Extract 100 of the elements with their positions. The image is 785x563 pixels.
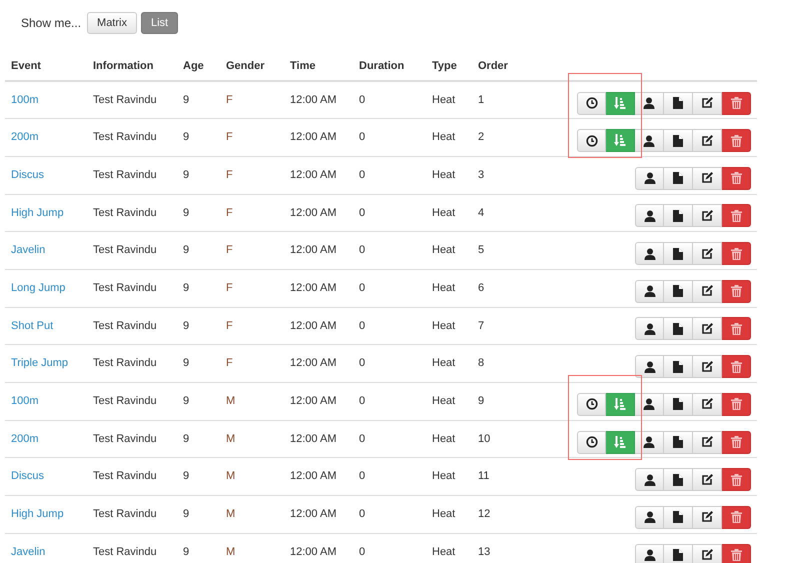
duration-cell: 0 xyxy=(359,470,366,482)
delete-button[interactable] xyxy=(722,468,751,492)
time-cell: 12:00 AM xyxy=(290,94,336,106)
file-icon xyxy=(673,172,683,184)
event-link[interactable]: Discus xyxy=(11,168,44,181)
edit-button[interactable] xyxy=(693,506,722,529)
delete-button[interactable] xyxy=(722,392,751,416)
user-button[interactable] xyxy=(635,430,664,454)
user-button[interactable] xyxy=(635,468,664,492)
delete-button[interactable] xyxy=(722,92,751,115)
user-button[interactable] xyxy=(635,129,664,152)
info-cell: Test Ravindu xyxy=(93,320,157,332)
type-cell: Heat xyxy=(432,244,456,256)
edit-button[interactable] xyxy=(693,355,722,378)
event-link[interactable]: Long Jump xyxy=(11,282,66,294)
delete-button[interactable] xyxy=(722,430,751,454)
edit-button[interactable] xyxy=(693,166,722,190)
user-button[interactable] xyxy=(635,166,664,190)
edit-button[interactable] xyxy=(693,544,722,563)
gender-cell: M xyxy=(226,432,236,445)
user-button[interactable] xyxy=(635,242,664,266)
event-link[interactable]: 200m xyxy=(11,131,39,144)
duration-cell: 0 xyxy=(359,94,366,106)
event-link[interactable]: Triple Jump xyxy=(11,357,68,370)
event-link[interactable]: 200m xyxy=(11,432,39,445)
delete-button[interactable] xyxy=(722,544,751,563)
user-icon xyxy=(644,474,656,486)
edit-icon xyxy=(701,549,713,562)
user-icon xyxy=(644,210,656,222)
user-icon xyxy=(644,549,656,562)
edit-button[interactable] xyxy=(693,242,722,266)
order-cell: 5 xyxy=(478,244,484,256)
file-icon xyxy=(673,210,683,222)
event-link[interactable]: 100m xyxy=(11,395,39,408)
delete-button[interactable] xyxy=(722,204,751,228)
info-cell: Test Ravindu xyxy=(93,546,157,558)
event-link[interactable]: Javelin xyxy=(11,546,46,558)
event-link[interactable]: High Jump xyxy=(11,206,64,219)
timer-button[interactable] xyxy=(577,92,606,115)
view-toggle-button[interactable]: List xyxy=(140,12,178,34)
view-toggle-button[interactable]: Matrix xyxy=(87,12,137,34)
document-button[interactable] xyxy=(664,468,693,492)
delete-button[interactable] xyxy=(722,129,751,152)
document-button[interactable] xyxy=(664,166,693,190)
document-button[interactable] xyxy=(664,544,693,563)
gender-cell: M xyxy=(226,470,236,482)
delete-button[interactable] xyxy=(722,355,751,378)
document-button[interactable] xyxy=(664,317,693,340)
user-button[interactable] xyxy=(635,317,664,340)
document-button[interactable] xyxy=(664,92,693,115)
edit-button[interactable] xyxy=(693,129,722,152)
event-link[interactable]: 100m xyxy=(11,94,39,106)
event-link[interactable]: High Jump xyxy=(11,508,64,520)
edit-button[interactable] xyxy=(693,280,722,303)
user-button[interactable] xyxy=(635,280,664,303)
edit-button[interactable] xyxy=(693,430,722,454)
time-cell: 12:00 AM xyxy=(290,282,336,294)
edit-button[interactable] xyxy=(693,317,722,340)
gender-cell: F xyxy=(226,131,233,144)
document-button[interactable] xyxy=(664,204,693,228)
timer-button[interactable] xyxy=(577,129,606,152)
document-button[interactable] xyxy=(664,430,693,454)
user-button[interactable] xyxy=(635,355,664,378)
user-button[interactable] xyxy=(635,544,664,563)
view-label: Show me... xyxy=(21,15,82,32)
document-button[interactable] xyxy=(664,242,693,266)
delete-button[interactable] xyxy=(722,242,751,266)
age-cell: 9 xyxy=(183,168,190,181)
gender-cell: F xyxy=(226,320,233,332)
timer-button[interactable] xyxy=(577,430,606,454)
file-icon xyxy=(673,549,683,562)
order-cell: 11 xyxy=(478,470,490,482)
document-button[interactable] xyxy=(664,355,693,378)
age-cell: 9 xyxy=(183,470,190,482)
user-button[interactable] xyxy=(635,204,664,228)
delete-button[interactable] xyxy=(722,280,751,303)
event-link[interactable]: Discus xyxy=(11,470,44,482)
document-button[interactable] xyxy=(664,280,693,303)
document-button[interactable] xyxy=(664,392,693,416)
user-button[interactable] xyxy=(635,392,664,416)
user-icon xyxy=(644,360,656,373)
edit-button[interactable] xyxy=(693,468,722,492)
delete-button[interactable] xyxy=(722,317,751,340)
user-button[interactable] xyxy=(635,92,664,115)
event-link[interactable]: Javelin xyxy=(11,244,46,256)
timer-button[interactable] xyxy=(577,392,606,416)
delete-button[interactable] xyxy=(722,166,751,190)
gender-cell: F xyxy=(226,357,233,370)
document-button[interactable] xyxy=(664,506,693,529)
event-link[interactable]: Shot Put xyxy=(11,320,54,332)
delete-button[interactable] xyxy=(722,506,751,529)
edit-button[interactable] xyxy=(693,92,722,115)
trash-icon xyxy=(730,134,742,147)
document-button[interactable] xyxy=(664,129,693,152)
trash-icon xyxy=(730,398,742,410)
type-cell: Heat xyxy=(432,94,456,106)
edit-button[interactable] xyxy=(693,392,722,416)
edit-button[interactable] xyxy=(693,204,722,228)
user-button[interactable] xyxy=(635,506,664,529)
trash-icon xyxy=(730,322,742,335)
